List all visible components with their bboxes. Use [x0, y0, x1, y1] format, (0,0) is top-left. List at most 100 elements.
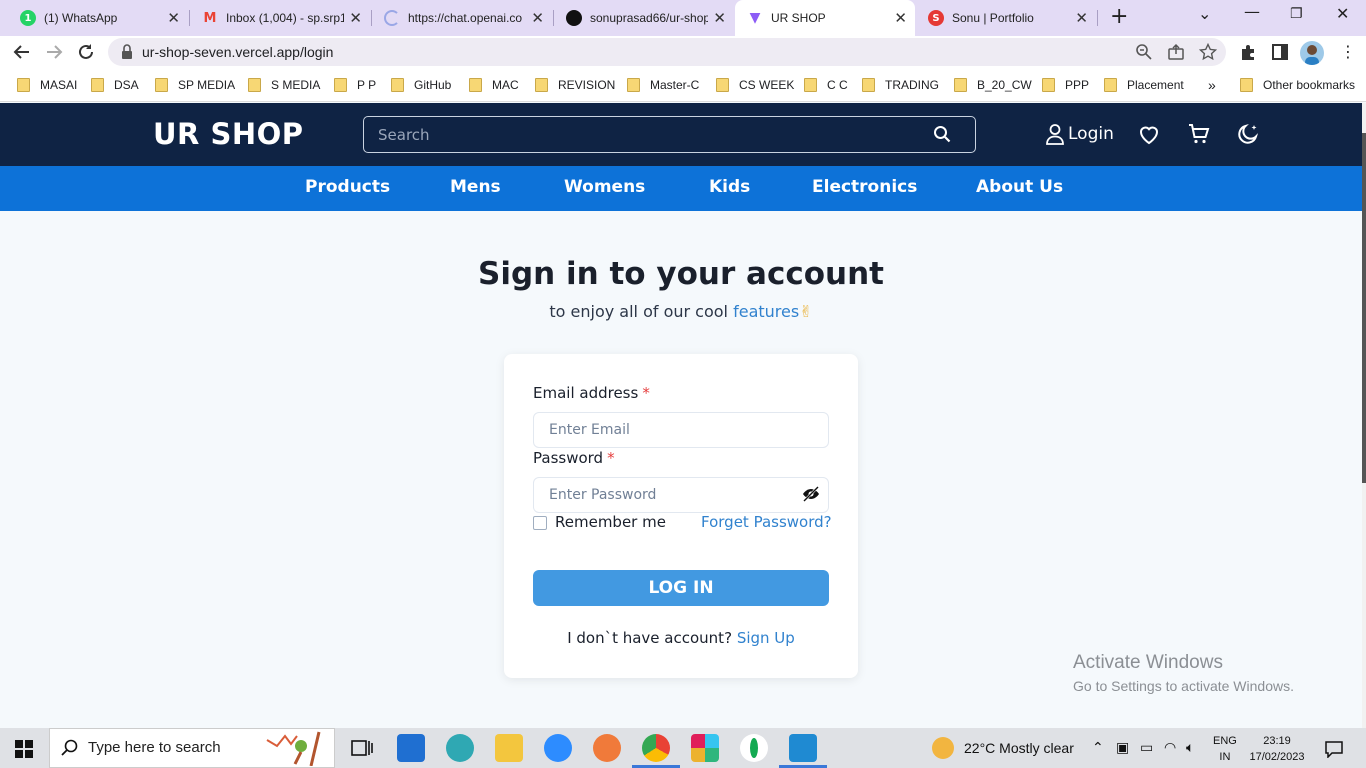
volume-icon[interactable]: 🔈︎: [1186, 740, 1194, 756]
bookmark-folder[interactable]: B_20_CW: [954, 76, 1032, 94]
nav-products[interactable]: Products: [305, 177, 390, 197]
bookmark-folder[interactable]: SP MEDIA: [155, 76, 235, 94]
close-icon[interactable]: ✕: [713, 10, 726, 26]
folder-icon: [1042, 78, 1055, 92]
language-indicator[interactable]: ENG IN: [1213, 733, 1237, 765]
task-view-icon[interactable]: [348, 734, 376, 762]
wishlist-heart-icon[interactable]: [1137, 122, 1161, 146]
tab-whatsapp[interactable]: 1 (1) WhatsApp ✕: [8, 0, 188, 36]
bookmark-folder[interactable]: PPP: [1042, 76, 1089, 94]
search-input[interactable]: [364, 117, 924, 152]
tab-chatgpt[interactable]: https://chat.openai.co ✕: [372, 0, 552, 36]
close-icon[interactable]: ✕: [1075, 10, 1088, 26]
bookmark-folder[interactable]: Placement: [1104, 76, 1184, 94]
close-icon[interactable]: ✕: [167, 10, 180, 26]
close-icon[interactable]: ✕: [349, 10, 362, 26]
site-logo[interactable]: UR SHOP: [153, 117, 304, 151]
profile-avatar[interactable]: [1300, 41, 1324, 65]
bookmark-folder[interactable]: S MEDIA: [248, 76, 320, 94]
search-icon[interactable]: [932, 124, 952, 144]
bookmark-folder[interactable]: MAC: [469, 76, 519, 94]
tray-device-icon[interactable]: ▣: [1116, 740, 1129, 756]
zoom-icon[interactable]: [1135, 43, 1153, 61]
side-panel-icon[interactable]: [1271, 43, 1289, 61]
tab-gmail[interactable]: M Inbox (1,004) - sp.srp1 ✕: [190, 0, 370, 36]
star-bookmark-icon[interactable]: [1199, 43, 1217, 61]
user-icon: [1046, 124, 1064, 145]
forward-button[interactable]: [42, 40, 66, 64]
nav-womens[interactable]: Womens: [564, 177, 645, 197]
nav-kids[interactable]: Kids: [709, 177, 750, 197]
taskbar-search-placeholder[interactable]: Type here to search: [88, 739, 221, 756]
email-field[interactable]: [533, 412, 829, 448]
scrollbar-thumb[interactable]: [1362, 133, 1366, 483]
postman-app-icon[interactable]: [593, 734, 621, 762]
cart-icon[interactable]: [1187, 122, 1211, 146]
weather-widget[interactable]: 22°C Mostly clear: [964, 740, 1074, 756]
search-box[interactable]: [363, 116, 976, 153]
bookmarks-overflow-button[interactable]: »: [1208, 76, 1216, 94]
nav-about-us[interactable]: About Us: [976, 177, 1063, 197]
bookmark-folder[interactable]: DSA: [91, 76, 139, 94]
window-close-button[interactable]: ✕: [1336, 4, 1349, 23]
nav-electronics[interactable]: Electronics: [812, 177, 917, 197]
forgot-password-link[interactable]: Forget Password?: [701, 513, 832, 531]
signup-link[interactable]: Sign Up: [737, 629, 795, 647]
windows-start-icon[interactable]: [15, 740, 33, 758]
login-link[interactable]: Login: [1045, 122, 1114, 146]
chrome-browser-icon[interactable]: [642, 734, 670, 762]
nav-mens[interactable]: Mens: [450, 177, 501, 197]
file-explorer-icon[interactable]: [495, 734, 523, 762]
bookmark-folder[interactable]: TRADING: [862, 76, 939, 94]
password-field[interactable]: [533, 477, 829, 513]
url-text[interactable]: ur-shop-seven.vercel.app/login: [142, 44, 333, 60]
notification-center-icon[interactable]: [1324, 740, 1344, 758]
vscode-app-icon[interactable]: [789, 734, 817, 762]
login-submit-button[interactable]: LOG IN: [533, 570, 829, 606]
new-tab-button[interactable]: +: [1110, 6, 1128, 28]
restore-button[interactable]: ❐: [1290, 6, 1303, 22]
tab-portfolio[interactable]: S Sonu | Portfolio ✕: [916, 0, 1096, 36]
tab-ur-shop[interactable]: ▼ UR SHOP ✕: [735, 0, 915, 36]
folder-icon: [535, 78, 548, 92]
bookmark-folder[interactable]: Master-C: [627, 76, 699, 94]
bookmark-folder[interactable]: REVISION: [535, 76, 615, 94]
login-label: Login: [1068, 124, 1114, 144]
bookmark-folder[interactable]: C C: [804, 76, 848, 94]
battery-icon[interactable]: ▭: [1140, 740, 1153, 756]
bookmark-folder[interactable]: P P: [334, 76, 376, 94]
mail-app-icon[interactable]: [397, 734, 425, 762]
show-hidden-icons-chevron[interactable]: ⌃: [1092, 740, 1104, 756]
tab-github[interactable]: sonuprasad66/ur-shop ✕: [554, 0, 734, 36]
extensions-puzzle-icon[interactable]: [1239, 43, 1257, 61]
system-clock[interactable]: 23:19 17/02/2023: [1246, 733, 1308, 765]
slack-app-icon[interactable]: [691, 734, 719, 762]
tab-search-icon[interactable]: ⌄: [1198, 4, 1211, 23]
bookmark-folder[interactable]: GitHub: [391, 76, 451, 94]
bookmark-folder[interactable]: MASAI: [17, 76, 77, 94]
edge-browser-icon[interactable]: [446, 734, 474, 762]
reload-button[interactable]: [74, 40, 98, 64]
whatsapp-icon: 1: [20, 10, 36, 26]
hide-password-eye-icon[interactable]: [802, 486, 820, 502]
tab-label: Inbox (1,004) - sp.srp1: [226, 11, 344, 25]
browser-menu-icon[interactable]: ⋮: [1340, 42, 1356, 61]
remember-me-label[interactable]: Remember me: [555, 513, 666, 531]
remember-me-checkbox[interactable]: [533, 516, 547, 530]
folder-icon: [862, 78, 875, 92]
required-mark: *: [607, 449, 615, 467]
close-icon[interactable]: ✕: [531, 10, 544, 26]
back-button[interactable]: [10, 40, 34, 64]
tab-label: Sonu | Portfolio: [952, 11, 1034, 25]
lock-icon: [122, 44, 132, 59]
close-icon[interactable]: ✕: [894, 10, 907, 26]
zoom-app-icon[interactable]: [544, 734, 572, 762]
mongodb-compass-icon[interactable]: [740, 734, 768, 762]
other-bookmarks[interactable]: Other bookmarks: [1240, 76, 1355, 94]
dark-mode-moon-icon[interactable]: [1236, 122, 1260, 146]
minimize-button[interactable]: —: [1244, 2, 1260, 21]
bookmark-folder[interactable]: CS WEEK: [716, 76, 794, 94]
weather-moon-icon[interactable]: [932, 737, 954, 759]
wifi-icon[interactable]: ◠: [1164, 740, 1176, 756]
share-icon[interactable]: [1167, 43, 1185, 61]
